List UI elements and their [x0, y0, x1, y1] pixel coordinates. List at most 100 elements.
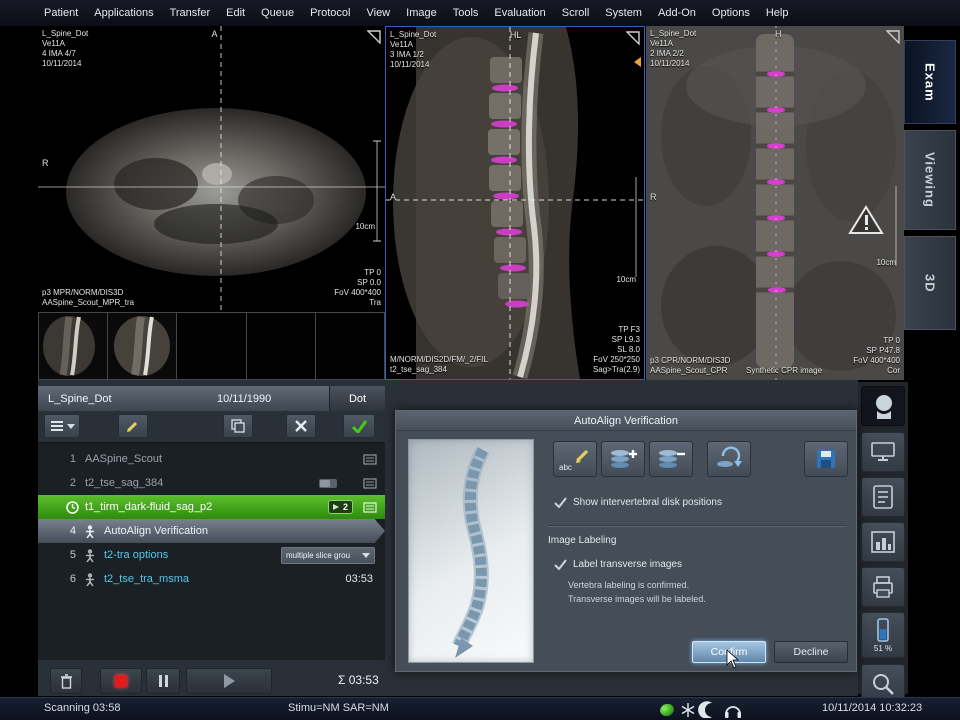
abc-label: abc: [559, 463, 572, 472]
step-row-3-active[interactable]: t1_tirm_dark-fluid_sag_p2 2: [38, 495, 385, 519]
menu-queue[interactable]: Queue: [261, 7, 294, 19]
menu-system[interactable]: System: [605, 7, 642, 19]
tab-3d-label: 3D: [923, 274, 938, 293]
chart-button[interactable]: [861, 522, 905, 562]
show-disks-checkbox[interactable]: Show intervertebral disk positions: [554, 497, 722, 508]
accept-step-button[interactable]: [343, 414, 375, 438]
worklist-button[interactable]: [861, 477, 905, 517]
segment-corner-icon[interactable]: [626, 31, 640, 45]
menu-edit[interactable]: Edit: [226, 7, 245, 19]
menu-help[interactable]: Help: [766, 7, 789, 19]
tab-3d[interactable]: 3D: [904, 236, 956, 330]
cancel-step-button[interactable]: [286, 414, 316, 438]
step-row-1[interactable]: 1 AASpine_Scout: [38, 447, 385, 471]
step-number: 1: [60, 453, 76, 465]
pencil-icon: [126, 419, 140, 433]
chevron-down-icon: [362, 553, 370, 558]
step-row-6[interactable]: 6 t2_tse_tra_msma 03:53: [38, 567, 385, 591]
disk-add-icon: [608, 446, 638, 472]
patient-bar: L_Spine_Dot 10/11/1990 Dot: [38, 386, 385, 411]
viewport-coronal[interactable]: L_Spine_DotVe11A 2 IMA 2/210/11/2014 H R…: [646, 26, 904, 380]
patient-position-icon: [85, 525, 98, 538]
menu-addon[interactable]: Add-On: [658, 7, 696, 19]
total-scan-time: Σ 03:53: [338, 673, 379, 687]
patient-head-button[interactable]: [861, 386, 905, 426]
headset-icon: [725, 707, 741, 718]
floppy-disk-icon: [816, 449, 836, 469]
scale-label: 10cm: [616, 275, 636, 285]
patient-position-icon: [85, 573, 98, 586]
menu-protocol[interactable]: Protocol: [310, 7, 350, 19]
thumbnail-3[interactable]: [177, 312, 246, 380]
step-number: 5: [60, 549, 76, 561]
console-icon: [870, 440, 896, 464]
menu-patient[interactable]: Patient: [44, 7, 78, 19]
slice-group-dropdown[interactable]: multiple slice grou: [281, 547, 375, 564]
filming-button[interactable]: [861, 567, 905, 607]
step-row-4-selected[interactable]: 4 AutoAlign Verification: [38, 519, 385, 543]
record-button[interactable]: [100, 668, 142, 694]
pause-icon: [159, 675, 168, 687]
spine-image: [409, 440, 533, 662]
copy-step-button[interactable]: [223, 414, 253, 438]
patient-name: L_Spine_Dot: [38, 393, 217, 405]
menu-view[interactable]: View: [366, 7, 390, 19]
reset-labels-button[interactable]: [707, 441, 751, 477]
thumbnail-5[interactable]: [316, 312, 385, 380]
label-transverse-checkbox[interactable]: Label transverse images: [554, 559, 682, 570]
step-row-2[interactable]: 2 t2_tse_sag_384: [38, 471, 385, 495]
axial-footer-right: TP 0SP 0.0 FoV 400*400Tra: [334, 268, 381, 308]
warning-triangle-icon: [848, 204, 884, 236]
viewport-axial[interactable]: L_Spine_DotVe11A 4 IMA 4/710/11/2014 A R…: [38, 26, 385, 312]
dot-engine-button[interactable]: Dot: [329, 386, 385, 411]
decline-button[interactable]: Decline: [774, 641, 848, 663]
play-button[interactable]: [186, 668, 272, 694]
menu-scroll[interactable]: Scroll: [562, 7, 590, 19]
save-button[interactable]: [804, 441, 848, 477]
menu-tools[interactable]: Tools: [453, 7, 479, 19]
tab-exam-label: Exam: [923, 63, 938, 102]
console-button[interactable]: [861, 432, 905, 472]
scale-label: 10cm: [355, 222, 375, 232]
step-row-5[interactable]: 5 t2-tra options multiple slice grou: [38, 543, 385, 567]
edit-protocol-button[interactable]: [118, 414, 148, 438]
confirmation-note-1: Vertebra labeling is confirmed.: [568, 579, 689, 592]
list-icon: [50, 420, 64, 432]
thumbnail-1[interactable]: [38, 312, 108, 380]
coil-gauge-button[interactable]: 51 %: [861, 612, 905, 658]
menu-options[interactable]: Options: [712, 7, 750, 19]
mouse-cursor: [726, 649, 740, 669]
disk-remove-icon: [656, 446, 686, 472]
check-icon: [352, 420, 367, 433]
thumbnail-strip: [38, 312, 385, 380]
scroll-marker-icon[interactable]: [634, 57, 641, 67]
scan-transport-controls: Σ 03:53: [38, 668, 385, 696]
menu-image[interactable]: Image: [406, 7, 437, 19]
tab-exam[interactable]: Exam: [904, 40, 956, 124]
protocol-list-button[interactable]: [44, 414, 80, 438]
patient-dob: 10/11/1990: [217, 393, 329, 405]
segment-corner-icon[interactable]: [886, 30, 900, 44]
label-edit-button[interactable]: abc: [553, 441, 597, 477]
image-stack-icon: [363, 454, 377, 465]
viewport-sagittal[interactable]: L_Spine_DotVe11A 3 IMA 1/210/11/2014 HL …: [385, 26, 645, 380]
sagittal-footer-right: TP F3SP L9.3 SL 8.0FoV 250*250 Sag>Tra(2…: [593, 325, 640, 375]
thumbnail-4[interactable]: [247, 312, 316, 380]
gauge-value: 51 %: [874, 644, 892, 653]
menu-evaluation[interactable]: Evaluation: [494, 7, 545, 19]
tab-viewing[interactable]: Viewing: [904, 130, 956, 230]
snowflake-icon: [682, 703, 694, 717]
rotate-icon: [715, 446, 743, 472]
system-ok-icon: [658, 702, 675, 718]
menu-transfer[interactable]: Transfer: [170, 7, 211, 19]
add-disk-button[interactable]: [601, 441, 645, 477]
segment-corner-icon[interactable]: [367, 30, 381, 44]
thumbnail-spine-image: [39, 313, 108, 379]
thumbnail-2[interactable]: [108, 312, 177, 380]
menu-applications[interactable]: Applications: [94, 7, 153, 19]
close-icon: [295, 420, 307, 432]
step-label: t1_tirm_dark-fluid_sag_p2: [85, 501, 328, 513]
delete-button[interactable]: [50, 668, 82, 694]
remove-disk-button[interactable]: [649, 441, 693, 477]
pause-button[interactable]: [146, 668, 180, 694]
